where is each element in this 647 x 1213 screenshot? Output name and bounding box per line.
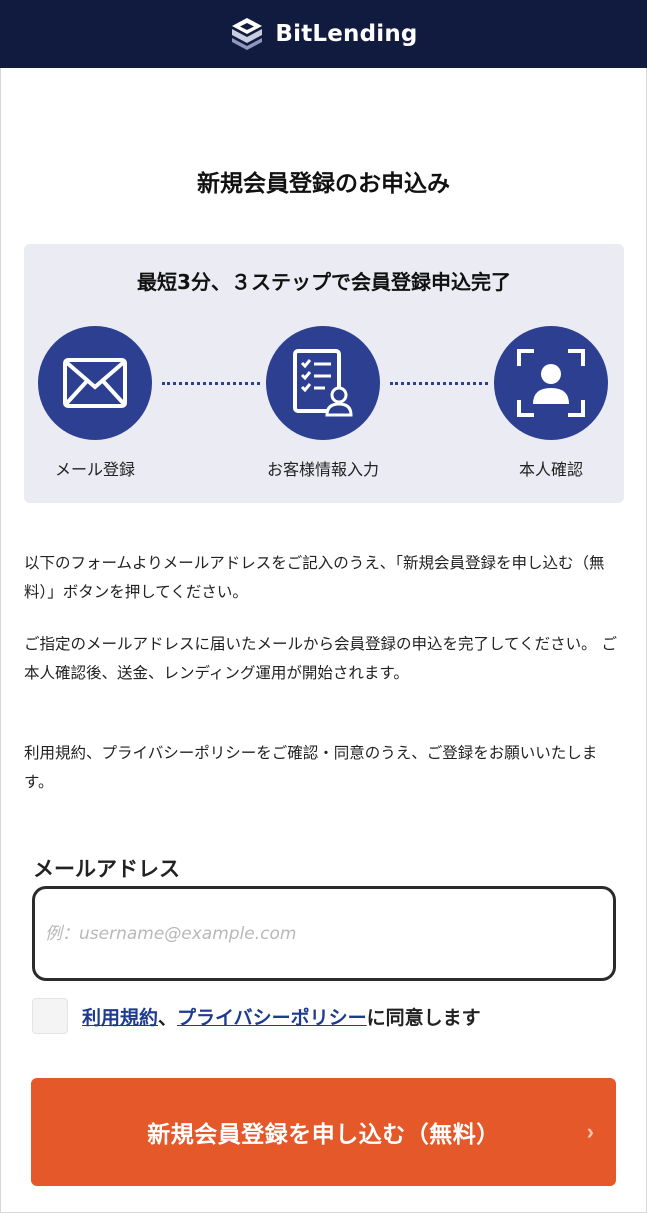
identity-scan-icon <box>517 349 585 417</box>
chevron-right-icon: › <box>586 1119 594 1144</box>
checklist-user-icon <box>293 349 353 417</box>
step-connector <box>162 382 260 385</box>
agree-separator: 、 <box>158 1006 178 1029</box>
email-field[interactable] <box>32 886 616 981</box>
page-title: 新規会員登録のお申込み <box>197 171 450 197</box>
steps-panel: 最短3分、３ステップで会員登録申込完了 メール登録 お客様情報入力 本人確認 <box>24 244 624 503</box>
description-paragraph: 以下のフォームよりメールアドレスをご記入のうえ、「新規会員登録を申し込む（無料）… <box>24 554 605 601</box>
step-label: メール登録 <box>54 460 135 479</box>
description-paragraph: 利用規約、プライバシーポリシーをご確認・同意のうえ、ご登録をお願いいたします。 <box>24 744 598 791</box>
step-circle <box>38 326 152 440</box>
agree-checkbox[interactable] <box>32 998 68 1034</box>
submit-registration-button[interactable]: 新規会員登録を申し込む（無料） › <box>31 1078 616 1186</box>
steps-title: 最短3分、３ステップで会員登録申込完了 <box>137 270 511 294</box>
terms-link[interactable]: 利用規約 <box>82 1007 158 1029</box>
agree-row: 利用規約、プライバシーポリシーに同意します <box>32 996 481 1036</box>
envelope-icon <box>63 358 127 408</box>
step-connector <box>390 382 488 385</box>
submit-label: 新規会員登録を申し込む（無料） <box>147 1121 500 1147</box>
agree-suffix: に同意します <box>366 1006 481 1029</box>
brand-logo[interactable]: BitLending <box>229 16 417 52</box>
email-label: メールアドレス <box>33 857 180 881</box>
step-label: お客様情報入力 <box>266 460 379 479</box>
brand-name: BitLending <box>275 21 418 47</box>
agree-text: 利用規約、プライバシーポリシーに同意します <box>82 1003 481 1030</box>
step-label: 本人確認 <box>518 460 583 479</box>
privacy-policy-link[interactable]: プライバシーポリシー <box>177 1007 367 1029</box>
step-circle <box>494 326 608 440</box>
description-paragraph: ご指定のメールアドレスに届いたメールから会員登録の申込を完了してください。 ご本… <box>24 635 617 682</box>
site-header: BitLending <box>0 0 647 68</box>
logo-mark-icon <box>232 18 263 50</box>
step-circle <box>266 326 380 440</box>
